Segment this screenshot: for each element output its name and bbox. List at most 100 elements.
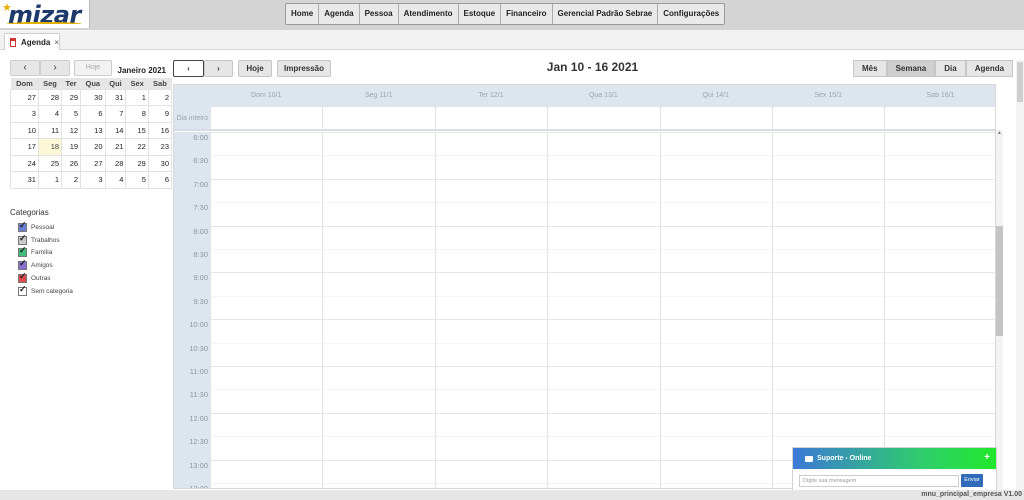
day-cell[interactable]: 28 — [37, 88, 63, 106]
day-cell[interactable]: 4 — [104, 171, 127, 189]
all-day-cell[interactable] — [322, 107, 434, 129]
category-checkbox[interactable]: ✓ — [18, 233, 27, 245]
day-cell[interactable]: 3 — [10, 105, 39, 123]
support-message-input[interactable]: Digite sua mensagem — [799, 475, 959, 487]
support-send-button[interactable]: Enviar — [961, 474, 983, 487]
mini-today-button[interactable]: Hoje — [74, 60, 112, 76]
day-cell[interactable]: 9 — [147, 105, 173, 123]
time-slot-row[interactable]: 7:30 — [174, 202, 995, 225]
category-checkbox[interactable]: ✓ — [18, 258, 27, 271]
mini-next-button[interactable]: › — [40, 60, 70, 76]
mizar-logo[interactable]: ★ mizar — [0, 0, 90, 29]
day-header[interactable]: Qua 13/1 — [547, 85, 659, 107]
day-cell[interactable]: 24 — [10, 154, 39, 172]
time-slot-row[interactable]: 8:30 — [174, 249, 995, 272]
day-cell[interactable]: 3 — [80, 171, 106, 189]
day-cell[interactable]: 17 — [10, 138, 39, 156]
expand-icon[interactable]: + — [984, 452, 990, 463]
day-cell[interactable]: 2 — [61, 171, 82, 189]
category-checkbox[interactable]: ✓ — [18, 245, 27, 258]
day-cell[interactable]: 21 — [104, 138, 127, 156]
all-day-cell[interactable] — [771, 107, 884, 129]
time-slot-row[interactable]: 11:00 — [174, 366, 995, 389]
scroll-up-icon[interactable]: ▲ — [996, 130, 1003, 136]
day-cell[interactable]: 20 — [80, 138, 106, 156]
day-cell[interactable]: 23 — [147, 138, 173, 156]
day-cell[interactable]: 30 — [80, 88, 106, 106]
time-slot-row[interactable]: 12:00 — [174, 412, 995, 436]
day-header[interactable]: Sex 15/1 — [772, 85, 884, 107]
menu-item-estoque[interactable]: Estoque — [459, 4, 502, 24]
category-checkbox[interactable]: ✓ — [18, 220, 27, 232]
next-week-button[interactable]: › — [204, 60, 233, 77]
page-scrollbar[interactable] — [1016, 60, 1024, 490]
day-cell[interactable]: 2 — [147, 88, 173, 106]
day-cell[interactable]: 8 — [125, 105, 149, 123]
time-slot-row[interactable]: 10:00 — [174, 319, 995, 342]
all-day-cell[interactable] — [659, 107, 772, 129]
view-week-button[interactable]: Semana — [886, 60, 936, 77]
day-header[interactable]: Sab 16/1 — [884, 85, 995, 107]
day-cell[interactable]: 4 — [37, 105, 63, 123]
close-icon[interactable]: × — [54, 38, 59, 47]
print-button[interactable]: Impressão — [277, 60, 331, 77]
day-cell[interactable]: 12 — [61, 121, 82, 139]
menu-item-financeiro[interactable]: Financeiro — [501, 4, 553, 24]
day-cell[interactable]: 25 — [37, 154, 63, 172]
menu-item-home[interactable]: Home — [286, 4, 320, 24]
day-cell[interactable]: 1 — [125, 88, 149, 106]
day-cell[interactable]: 1 — [37, 171, 63, 189]
day-cell[interactable]: 29 — [125, 154, 149, 172]
day-cell[interactable]: 31 — [104, 88, 127, 106]
day-cell[interactable]: 30 — [147, 154, 173, 172]
day-cell[interactable]: 27 — [10, 88, 39, 106]
day-cell[interactable]: 6 — [147, 171, 173, 189]
day-cell[interactable]: 13 — [80, 121, 106, 139]
all-day-cell[interactable] — [547, 107, 659, 129]
menu-item-pessoa[interactable]: Pessoa — [360, 4, 399, 24]
day-cell[interactable]: 7 — [104, 105, 127, 123]
day-cell[interactable]: 5 — [125, 171, 149, 189]
day-cell[interactable]: 27 — [80, 154, 106, 172]
time-slot-row[interactable]: 9:30 — [174, 295, 995, 319]
time-slot-row[interactable]: 6:00 — [174, 132, 995, 155]
all-day-cell[interactable] — [210, 107, 322, 129]
prev-week-button[interactable]: ‹ — [173, 60, 204, 77]
today-button[interactable]: Hoje — [238, 60, 272, 77]
menu-item-gerencial[interactable]: Gerencial Padrão Sebrae — [553, 4, 659, 24]
day-cell[interactable]: 5 — [61, 105, 82, 123]
time-slot-row[interactable]: 6:30 — [174, 155, 995, 178]
time-slots[interactable]: 6:00 6:30 7:00 7:30 8:00 8:30 9:00 9:30 10:00 10:… — [174, 132, 995, 488]
day-header[interactable]: Dom 10/1 — [210, 85, 322, 107]
day-cell[interactable]: 22 — [125, 138, 149, 156]
day-cell[interactable]: 15 — [125, 121, 149, 139]
mini-prev-button[interactable]: ‹ — [10, 60, 40, 76]
day-cell[interactable]: 26 — [61, 154, 82, 172]
page-scrollbar-thumb[interactable] — [1017, 62, 1023, 102]
day-header[interactable]: Ter 12/1 — [435, 85, 547, 107]
all-day-cell[interactable] — [434, 107, 547, 129]
menu-item-atendimento[interactable]: Atendimento — [399, 4, 459, 24]
day-cell[interactable]: 11 — [37, 121, 63, 139]
category-checkbox[interactable]: ✓ — [18, 284, 27, 296]
view-day-button[interactable]: Dia — [935, 60, 966, 77]
day-cell[interactable]: 14 — [104, 121, 127, 139]
menu-item-agenda[interactable]: Agenda — [319, 4, 360, 24]
day-cell[interactable]: 6 — [80, 105, 106, 123]
time-slot-row[interactable]: 7:00 — [174, 178, 995, 202]
day-cell[interactable]: 10 — [10, 121, 39, 139]
day-header[interactable]: Qui 14/1 — [660, 85, 772, 107]
day-cell[interactable]: 28 — [104, 154, 127, 172]
day-cell[interactable]: 16 — [147, 121, 173, 139]
tab-agenda[interactable]: Agenda × — [4, 33, 60, 50]
category-item[interactable]: ✓ Sem categoria — [10, 284, 73, 298]
day-header[interactable]: Seg 11/1 — [322, 85, 434, 107]
support-header[interactable]: Suporte - Online + — [793, 448, 996, 469]
grid-scrollbar[interactable]: ▲ — [996, 130, 1003, 490]
time-slot-row[interactable]: 9:00 — [174, 272, 995, 295]
time-slot-row[interactable]: 11:30 — [174, 389, 995, 412]
day-cell[interactable]: 31 — [10, 171, 39, 189]
time-slot-row[interactable]: 8:00 — [174, 225, 995, 249]
time-slot-row[interactable]: 10:30 — [174, 342, 995, 366]
day-cell[interactable]: 19 — [61, 138, 82, 156]
